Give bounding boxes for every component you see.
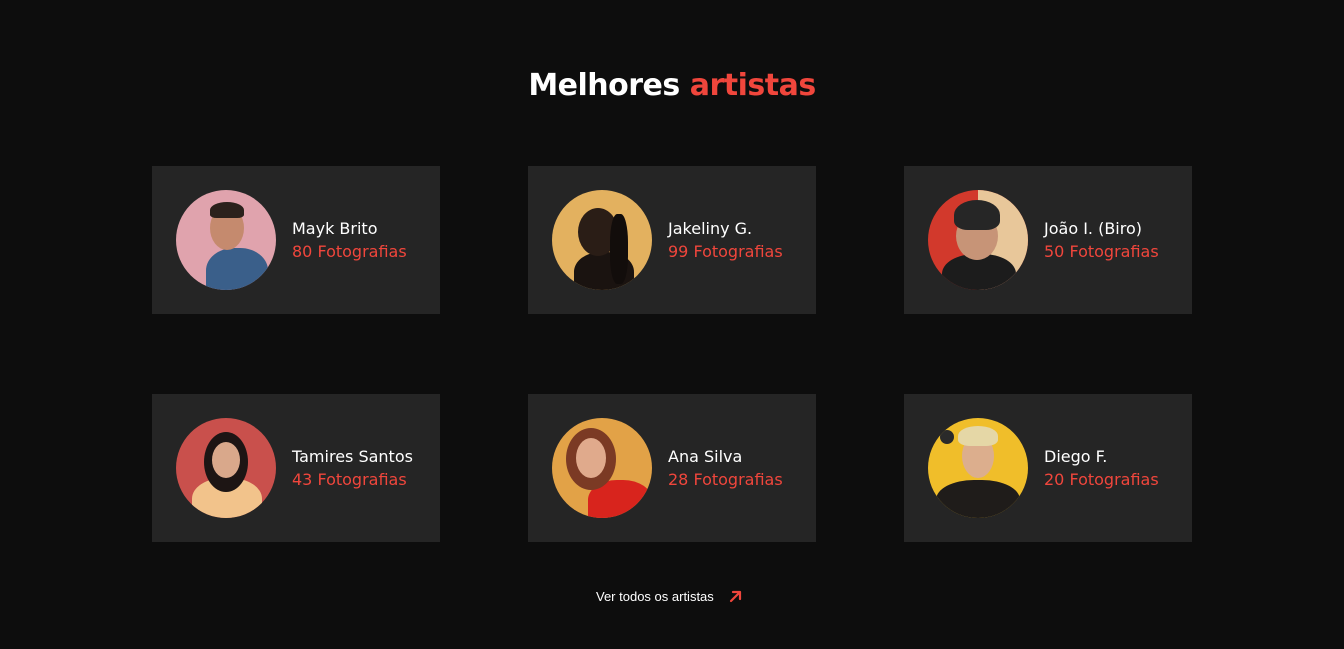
see-all-artists-link[interactable]: Ver todos os artistas (596, 588, 744, 604)
artist-name: Tamires Santos (292, 447, 413, 466)
artist-card-diego-f[interactable]: Diego F. 20 Fotografias (904, 394, 1192, 542)
artist-photo-count: 43 Fotografias (292, 470, 407, 489)
artist-name: Diego F. (1044, 447, 1108, 466)
artist-name: João I. (Biro) (1044, 219, 1142, 238)
best-artists-section: Melhores artistas Mayk Brito 80 Fotograf… (0, 0, 1344, 649)
artist-photo-count: 20 Fotografias (1044, 470, 1159, 489)
artist-card-jakeliny-g[interactable]: Jakeliny G. 99 Fotografias (528, 166, 816, 314)
artist-name: Mayk Brito (292, 219, 378, 238)
artist-info: Mayk Brito 80 Fotografias (292, 217, 407, 263)
artist-card-mayk-brito[interactable]: Mayk Brito 80 Fotografias (152, 166, 440, 314)
artist-photo-count: 28 Fotografias (668, 470, 783, 489)
section-title: Melhores artistas (0, 68, 1344, 103)
avatar (176, 418, 276, 518)
artist-name: Jakeliny G. (668, 219, 753, 238)
avatar (552, 418, 652, 518)
artist-photo-count: 50 Fotografias (1044, 242, 1159, 261)
artist-card-joao-biro[interactable]: João I. (Biro) 50 Fotografias (904, 166, 1192, 314)
title-main: Melhores (528, 68, 680, 103)
artist-photo-count: 80 Fotografias (292, 242, 407, 261)
avatar (176, 190, 276, 290)
artist-info: João I. (Biro) 50 Fotografias (1044, 217, 1159, 263)
avatar (928, 418, 1028, 518)
artist-info: Diego F. 20 Fotografias (1044, 445, 1159, 491)
artist-card-tamires-santos[interactable]: Tamires Santos 43 Fotografias (152, 394, 440, 542)
artist-card-ana-silva[interactable]: Ana Silva 28 Fotografias (528, 394, 816, 542)
artist-info: Tamires Santos 43 Fotografias (292, 445, 413, 491)
artist-info: Ana Silva 28 Fotografias (668, 445, 783, 491)
artist-photo-count: 99 Fotografias (668, 242, 783, 261)
artist-name: Ana Silva (668, 447, 743, 466)
artist-info: Jakeliny G. 99 Fotografias (668, 217, 783, 263)
see-all-label: Ver todos os artistas (596, 588, 714, 604)
avatar (552, 190, 652, 290)
arrow-up-right-icon (729, 590, 741, 603)
title-accent: artistas (689, 68, 816, 103)
avatar (928, 190, 1028, 290)
